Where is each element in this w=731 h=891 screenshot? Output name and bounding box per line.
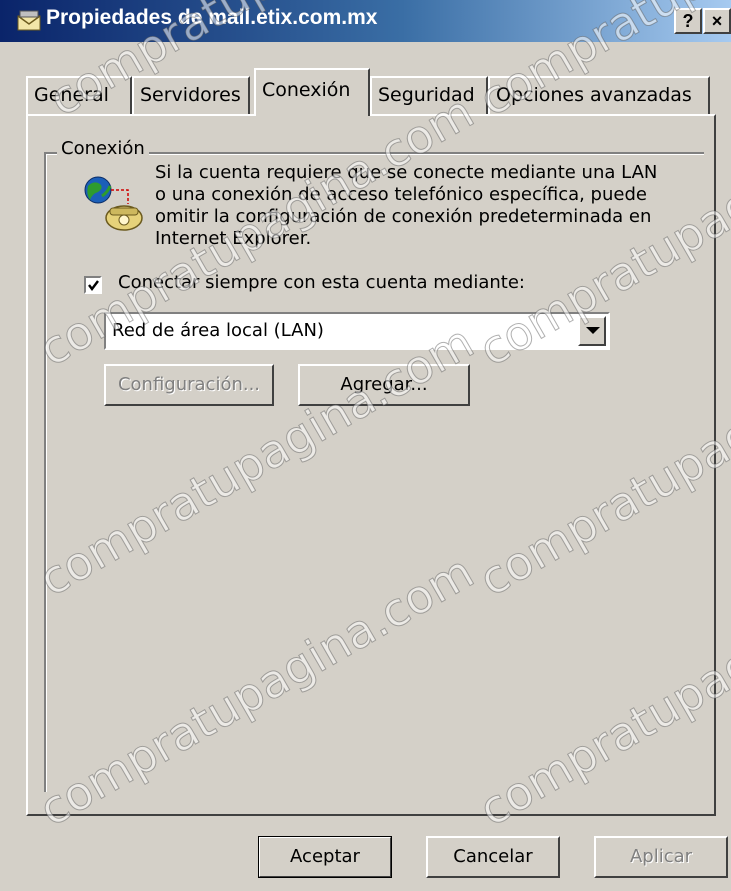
window-title: Propiedades de mail.etix.com.mx: [46, 6, 378, 29]
connection-select[interactable]: Red de área local (LAN): [104, 312, 610, 350]
add-button[interactable]: Agregar...: [298, 364, 470, 406]
connection-description: Si la cuenta requiere que se conecte med…: [155, 162, 658, 249]
configuration-button[interactable]: Configuración...: [104, 364, 274, 406]
mail-envelope-icon: [17, 10, 41, 31]
tab-general[interactable]: General: [26, 76, 132, 114]
ok-button[interactable]: Aceptar: [258, 836, 392, 878]
check-mark-icon: [88, 280, 99, 291]
tab-opciones-avanzadas[interactable]: Opciones avanzadas: [488, 76, 710, 114]
close-button[interactable]: ×: [703, 8, 731, 34]
connection-select-value: Red de área local (LAN): [112, 320, 324, 341]
cancel-button[interactable]: Cancelar: [426, 836, 560, 878]
tab-servidores[interactable]: Servidores: [132, 76, 250, 114]
title-bar[interactable]: Propiedades de mail.etix.com.mx ? ×: [0, 0, 731, 42]
tab-conexion[interactable]: Conexión: [254, 68, 370, 116]
tab-seguridad[interactable]: Seguridad: [370, 76, 488, 114]
chevron-down-icon: [586, 327, 600, 334]
group-label: Conexión: [57, 138, 149, 159]
always-connect-label[interactable]: Conectar siempre con esta cuenta mediant…: [118, 272, 525, 293]
always-connect-checkbox[interactable]: [84, 276, 102, 294]
dropdown-button[interactable]: [578, 316, 606, 346]
network-connection-icon: [84, 176, 143, 231]
apply-button[interactable]: Aplicar: [594, 836, 728, 878]
help-button[interactable]: ?: [674, 8, 702, 34]
